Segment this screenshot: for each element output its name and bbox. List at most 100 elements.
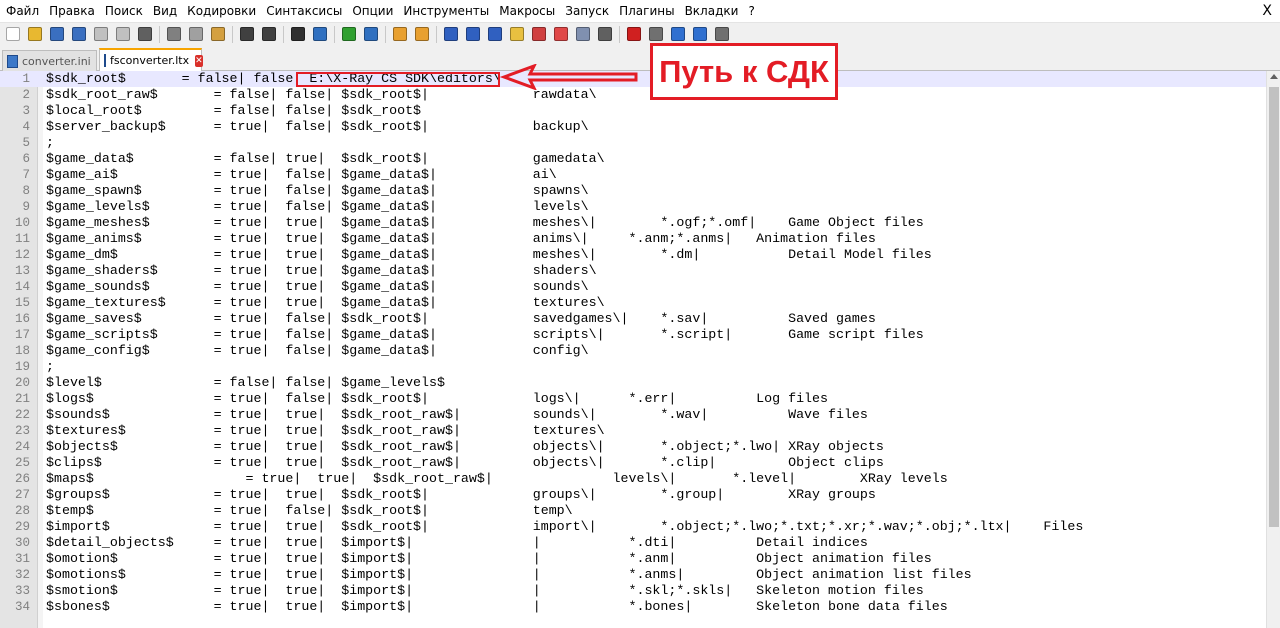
editor-line[interactable]: 21 $logs$ = true| false| $sdk_root$| logs… <box>0 391 1266 407</box>
editor-line[interactable]: 13 $game_shaders$ = true| true| $game_dat… <box>0 263 1266 279</box>
editor-line[interactable]: 28 $temp$ = true| false| $sdk_root$| temp… <box>0 503 1266 519</box>
editor-line[interactable]: 31 $omotion$ = true| true| $import$| | *.… <box>0 551 1266 567</box>
editor-line[interactable]: 6 $game_data$ = false| true| $sdk_root$| … <box>0 151 1266 167</box>
close-document-button[interactable]: X <box>1262 0 1272 22</box>
line-number: 10 <box>14 216 30 230</box>
menu-item[interactable]: Опции <box>347 0 398 22</box>
scrollbar-thumb[interactable] <box>1269 87 1279 527</box>
find-icon <box>291 27 305 41</box>
menu-item[interactable]: Вкладки <box>680 0 744 22</box>
undo-button[interactable] <box>238 25 256 43</box>
menu-item[interactable]: Плагины <box>614 0 679 22</box>
menu-item[interactable]: Файл <box>0 0 44 22</box>
editor-line[interactable]: 14 $game_sounds$ = true| true| $game_data… <box>0 279 1266 295</box>
menu-item[interactable]: Правка <box>44 0 100 22</box>
close-all-button[interactable] <box>114 25 132 43</box>
editor-line[interactable]: 30 $detail_objects$ = true| true| $import… <box>0 535 1266 551</box>
line-text: $omotion$ = true| true| $import$| | *.an… <box>46 551 932 566</box>
run-macro-multiple-button[interactable] <box>691 25 709 43</box>
editor-line[interactable]: 25 $clips$ = true| true| $sdk_root_raw$| … <box>0 455 1266 471</box>
editor-line[interactable]: 11 $game_anims$ = true| true| $game_data$… <box>0 231 1266 247</box>
editor-line[interactable]: 22 $sounds$ = true| true| $sdk_root_raw$|… <box>0 407 1266 423</box>
record-macro-button[interactable] <box>625 25 643 43</box>
print-button[interactable] <box>136 25 154 43</box>
editor[interactable]: 1 $sdk_root$ = false| false| E:\X-Ray CS … <box>0 71 1266 628</box>
stop-record-button[interactable] <box>647 25 665 43</box>
close-button[interactable] <box>92 25 110 43</box>
tab-bar: converter.ini fsconverter.ltx ✕ <box>0 45 1280 71</box>
sync-horizontal-button[interactable] <box>413 25 431 43</box>
open-file-button[interactable] <box>26 25 44 43</box>
line-text: $game_sounds$ = true| true| $game_data$|… <box>46 279 589 294</box>
cut-button[interactable] <box>165 25 183 43</box>
sync-vertical-button[interactable] <box>391 25 409 43</box>
editor-line[interactable]: 26 $maps$ = true| true| $sdk_root_raw$| l… <box>0 471 1266 487</box>
scroll-up-icon[interactable] <box>1270 74 1278 79</box>
show-all-chars-icon <box>466 27 480 41</box>
editor-line[interactable]: 4 $server_backup$ = true| false| $sdk_roo… <box>0 119 1266 135</box>
tab-close-icon[interactable]: ✕ <box>195 54 203 67</box>
redo-button[interactable] <box>260 25 278 43</box>
editor-line[interactable]: 15 $game_textures$ = true| true| $game_da… <box>0 295 1266 311</box>
find-button[interactable] <box>289 25 307 43</box>
editor-line[interactable]: 16 $game_saves$ = true| false| $sdk_root$… <box>0 311 1266 327</box>
editor-line[interactable]: 29 $import$ = true| true| $sdk_root$| imp… <box>0 519 1266 535</box>
editor-line[interactable]: 19; <box>0 359 1266 375</box>
replace-button[interactable] <box>311 25 329 43</box>
line-text: $local_root$ = false| false| $sdk_root$ <box>46 103 422 118</box>
menu-item[interactable]: Вид <box>148 0 182 22</box>
editor-line[interactable]: 12 $game_dm$ = true| true| $game_data$| m… <box>0 247 1266 263</box>
show-all-chars-button[interactable] <box>464 25 482 43</box>
save-macro-button[interactable] <box>713 25 731 43</box>
zoom-in-button[interactable] <box>340 25 358 43</box>
path-highlight-box <box>296 72 500 87</box>
editor-line[interactable]: 20 $level$ = false| false| $game_levels$ <box>0 375 1266 391</box>
word-wrap-button[interactable] <box>442 25 460 43</box>
zoom-out-button[interactable] <box>362 25 380 43</box>
vertical-scrollbar[interactable] <box>1266 71 1280 628</box>
line-text: $logs$ = true| false| $sdk_root$| logs\|… <box>46 391 828 406</box>
line-number: 5 <box>22 136 30 150</box>
monitoring-button[interactable] <box>596 25 614 43</box>
tab-converter-ini[interactable]: converter.ini <box>2 50 97 71</box>
line-number: 19 <box>14 360 30 374</box>
toolbar-separator <box>619 25 620 43</box>
editor-line[interactable]: 24 $objects$ = true| true| $sdk_root_raw$… <box>0 439 1266 455</box>
menu-item[interactable]: Запуск <box>560 0 614 22</box>
editor-line[interactable]: 10 $game_meshes$ = true| true| $game_data… <box>0 215 1266 231</box>
menu-item[interactable]: Поиск <box>100 0 148 22</box>
new-file-button[interactable] <box>4 25 22 43</box>
save-button[interactable] <box>48 25 66 43</box>
editor-line[interactable]: 23 $textures$ = true| true| $sdk_root_raw… <box>0 423 1266 439</box>
menu-item[interactable]: Инструменты <box>398 0 494 22</box>
paste-button[interactable] <box>209 25 227 43</box>
menu-item[interactable]: Синтаксисы <box>261 0 347 22</box>
playback-button[interactable] <box>669 25 687 43</box>
menu-item[interactable]: Макросы <box>494 0 560 22</box>
editor-line[interactable]: 18 $game_config$ = true| false| $game_dat… <box>0 343 1266 359</box>
editor-line[interactable]: 9 $game_levels$ = true| false| $game_data… <box>0 199 1266 215</box>
editor-line[interactable]: 32 $omotions$ = true| true| $import$| | *… <box>0 567 1266 583</box>
menu-item[interactable]: ? <box>743 0 759 22</box>
indent-guide-button[interactable] <box>486 25 504 43</box>
editor-line[interactable]: 3 $local_root$ = false| false| $sdk_root$ <box>0 103 1266 119</box>
line-text: $omotions$ = true| true| $import$| | *.a… <box>46 567 972 582</box>
folder-workspace-button[interactable] <box>574 25 592 43</box>
editor-line[interactable]: 27 $groups$ = true| true| $sdk_root$| gro… <box>0 487 1266 503</box>
function-list-button[interactable] <box>552 25 570 43</box>
save-all-button[interactable] <box>70 25 88 43</box>
annotation-callout: Путь к СДК <box>650 43 838 100</box>
editor-line[interactable]: 34 $sbones$ = true| true| $import$| | *.b… <box>0 599 1266 615</box>
file-saved-icon <box>7 54 18 68</box>
editor-line[interactable]: 17 $game_scripts$ = true| false| $game_da… <box>0 327 1266 343</box>
editor-line[interactable]: 5; <box>0 135 1266 151</box>
editor-line[interactable]: 7 $game_ai$ = true| false| $game_data$| a… <box>0 167 1266 183</box>
copy-button[interactable] <box>187 25 205 43</box>
editor-line[interactable]: 33 $smotion$ = true| true| $import$| | *.… <box>0 583 1266 599</box>
doc-map-button[interactable] <box>530 25 548 43</box>
editor-line[interactable]: 8 $game_spawn$ = true| false| $game_data$… <box>0 183 1266 199</box>
tab-fsconverter-ltx[interactable]: fsconverter.ltx ✕ <box>99 48 203 71</box>
language-button[interactable] <box>508 25 526 43</box>
menu-item[interactable]: Кодировки <box>182 0 261 22</box>
cut-icon <box>167 27 181 41</box>
